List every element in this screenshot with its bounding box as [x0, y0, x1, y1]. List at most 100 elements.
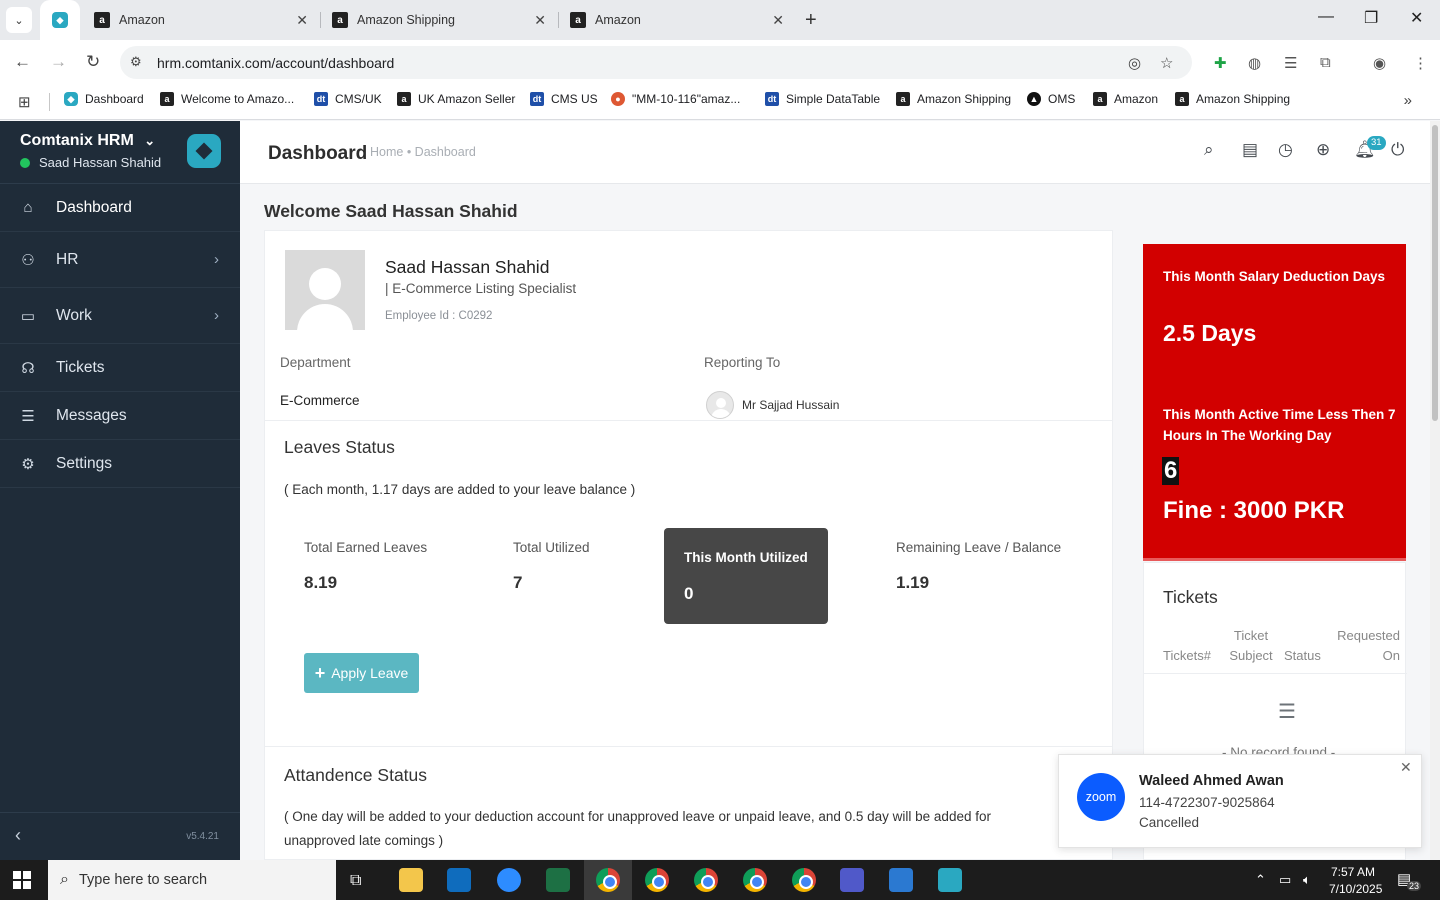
- comtanix-app-icon[interactable]: [938, 868, 962, 892]
- bookmark-cms-us[interactable]: dt CMS US: [530, 92, 598, 106]
- hrm-favicon-icon: ◆: [64, 92, 78, 106]
- tab-amazon-1[interactable]: a Amazon ✕: [94, 0, 320, 40]
- new-tab-button[interactable]: +: [805, 9, 817, 32]
- bookmark-oms[interactable]: ▲ OMS: [1027, 92, 1075, 106]
- bookmark-label: Dashboard: [85, 92, 144, 106]
- apply-leave-button[interactable]: + Apply Leave: [304, 653, 419, 693]
- clock-time[interactable]: 7:57 AM: [1331, 865, 1375, 879]
- profile-icon[interactable]: ◉: [1373, 54, 1386, 72]
- sidebar-item-dashboard[interactable]: ⌂ Dashboard: [0, 184, 240, 232]
- breadcrumb[interactable]: Home • Dashboard: [370, 145, 476, 159]
- app-version: v5.4.21: [186, 831, 219, 842]
- clock-icon[interactable]: ◷: [1278, 140, 1293, 160]
- url-text[interactable]: hrm.comtanix.com/account/dashboard: [157, 55, 394, 71]
- datatable-favicon-icon: dt: [314, 92, 328, 106]
- add-circle-icon[interactable]: ⊕: [1316, 140, 1330, 160]
- bookmark-amazon-shipping[interactable]: a Amazon Shipping: [896, 92, 1011, 106]
- close-tab-icon[interactable]: ✕: [772, 12, 784, 29]
- chrome-icon[interactable]: [792, 868, 816, 892]
- chrome-icon[interactable]: [743, 868, 767, 892]
- manager-avatar: [706, 391, 734, 419]
- network-icon[interactable]: ▭: [1279, 872, 1291, 888]
- datatable-favicon-icon: dt: [765, 92, 779, 106]
- close-icon[interactable]: ✕: [1400, 759, 1412, 776]
- power-icon[interactable]: ⏻: [1391, 140, 1404, 160]
- chrome-icon[interactable]: [596, 868, 620, 892]
- volume-icon[interactable]: 🔈︎: [1303, 872, 1311, 888]
- salary-deduction-label: This Month Salary Deduction Days: [1163, 269, 1386, 284]
- tray-overflow-icon[interactable]: ⌃: [1255, 872, 1266, 888]
- calculator-icon[interactable]: [889, 868, 913, 892]
- sidebar-item-hr[interactable]: ⚇ HR ›: [0, 232, 240, 288]
- app-switcher[interactable]: Comtanix HRM ⌄: [20, 132, 155, 150]
- more-bookmarks-icon[interactable]: »: [1404, 92, 1412, 109]
- teams-icon[interactable]: [840, 868, 864, 892]
- reporting-to-value[interactable]: Mr Sajjad Hussain: [742, 398, 839, 412]
- zoom-app-icon[interactable]: [497, 868, 521, 892]
- file-explorer-icon[interactable]: [399, 868, 423, 892]
- search-icon[interactable]: ⌕: [1204, 140, 1214, 160]
- task-view-icon[interactable]: ⧉: [350, 872, 361, 890]
- bookmark-cms-uk[interactable]: dt CMS/UK: [314, 92, 382, 106]
- restore-icon[interactable]: ❐: [1364, 8, 1378, 28]
- bookmark-amazon-shipping-2[interactable]: a Amazon Shipping: [1175, 92, 1290, 106]
- sidebar-item-tickets[interactable]: ☊ Tickets: [0, 344, 240, 392]
- bookmark-simple-datatable[interactable]: dt Simple DataTable: [765, 92, 880, 106]
- chrome-icon[interactable]: [645, 868, 669, 892]
- taskbar-search[interactable]: ⌕ Type here to search: [48, 860, 336, 900]
- translate-icon[interactable]: ◍: [1248, 54, 1261, 72]
- clock-date[interactable]: 7/10/2025: [1329, 882, 1382, 896]
- more-menu-icon[interactable]: ⋮: [1413, 54, 1428, 72]
- collapse-sidebar-icon[interactable]: ‹: [15, 825, 21, 846]
- back-icon[interactable]: ←: [14, 52, 31, 72]
- tab-amazon-2[interactable]: a Amazon ✕: [570, 0, 796, 40]
- outlook-icon[interactable]: [447, 868, 471, 892]
- sidebar-item-label: Messages: [56, 406, 127, 424]
- window-close-icon[interactable]: ✕: [1410, 8, 1423, 28]
- bookmark-uk-amazon-seller[interactable]: a UK Amazon Seller: [397, 92, 515, 106]
- address-bar[interactable]: ⚙ hrm.comtanix.com/account/dashboard ◎ ☆: [120, 46, 1192, 79]
- tab-separator: [558, 12, 559, 28]
- bookmark-welcome-amazon[interactable]: a Welcome to Amazo...: [160, 92, 294, 106]
- bookmark-amazon[interactable]: a Amazon: [1093, 92, 1158, 106]
- apply-leave-label: Apply Leave: [331, 665, 409, 681]
- forward-icon[interactable]: →: [50, 52, 67, 72]
- bookmark-mm-search[interactable]: ● "MM-10-116"amaz...: [611, 92, 740, 106]
- minimize-icon[interactable]: —: [1318, 8, 1334, 26]
- page-title: Dashboard: [268, 143, 368, 164]
- caller-name: Waleed Ahmed Awan: [1139, 773, 1284, 789]
- tab-search-menu-button[interactable]: ⌄: [6, 7, 32, 33]
- extension-add-icon[interactable]: ✚: [1214, 54, 1227, 72]
- zoom-call-notification[interactable]: zoom Waleed Ahmed Awan 114-4722307-90258…: [1058, 754, 1422, 848]
- remaining-value: 1.19: [896, 573, 930, 592]
- taskbar: ⌕ Type here to search ⧉ ⌃ ▭ 🔈︎ 7:57 AM 7…: [0, 860, 1440, 900]
- page-scrollbar[interactable]: [1430, 121, 1440, 860]
- notes-icon[interactable]: ▤: [1242, 140, 1258, 160]
- tracking-protection-icon[interactable]: ◎: [1128, 54, 1141, 72]
- bookmark-star-icon[interactable]: ☆: [1160, 54, 1173, 72]
- sidebar-item-messages[interactable]: ☰ Messages: [0, 392, 240, 440]
- tab-label: Amazon Shipping: [357, 13, 455, 27]
- tab-amazon-shipping[interactable]: a Amazon Shipping ✕: [332, 0, 558, 40]
- tab-comtanix-hrm[interactable]: ◆: [40, 0, 80, 40]
- apps-grid-icon[interactable]: ⊞: [18, 93, 31, 111]
- close-tab-icon[interactable]: ✕: [296, 12, 308, 29]
- bookmark-dashboard[interactable]: ◆ Dashboard: [64, 92, 144, 106]
- bookmark-label: Simple DataTable: [786, 92, 881, 106]
- excel-icon[interactable]: [546, 868, 570, 892]
- plus-icon: +: [314, 662, 326, 683]
- reading-list-icon[interactable]: ☰: [1284, 54, 1297, 72]
- extensions-puzzle-icon[interactable]: ⧉: [1320, 54, 1331, 71]
- amazon-favicon-icon: a: [160, 92, 174, 106]
- sidebar-item-work[interactable]: ▭ Work ›: [0, 288, 240, 344]
- scrollbar-thumb[interactable]: [1432, 125, 1438, 421]
- sidebar-item-settings[interactable]: ⚙ Settings: [0, 440, 240, 488]
- chrome-icon[interactable]: [694, 868, 718, 892]
- close-tab-icon[interactable]: ✕: [534, 12, 546, 29]
- hrm-favicon-icon: ◆: [52, 12, 68, 28]
- site-info-icon[interactable]: ⚙: [130, 54, 142, 70]
- reload-icon[interactable]: ↻: [86, 52, 100, 72]
- amazon-favicon-icon: a: [896, 92, 910, 106]
- amazon-favicon-icon: a: [1175, 92, 1189, 106]
- windows-start-icon[interactable]: [13, 871, 31, 889]
